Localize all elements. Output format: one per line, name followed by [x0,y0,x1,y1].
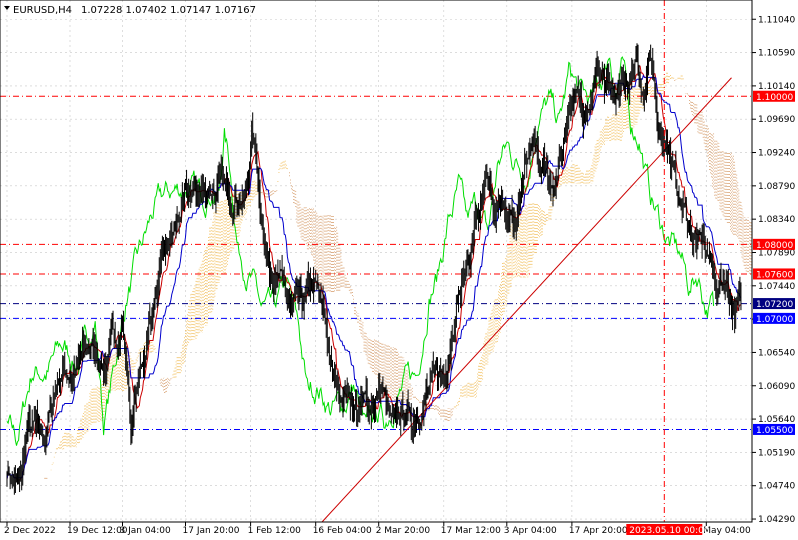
level-price-label: 1.08000 [756,241,793,251]
y-tick-label: 1.08790 [758,182,795,192]
y-tick-label: 1.06090 [758,382,795,392]
price-chart-canvas[interactable]: 1.11040 1.10590 1.10140 1.09690 1.09240 1.087… [0,0,798,540]
y-tick-label: 1.08340 [758,215,795,225]
level-price-label: 1.10000 [756,93,793,103]
y-tick-label: 1.09240 [758,149,795,159]
chart-background [0,0,798,540]
x-tick-label: 17 Jan 20:00 [183,526,240,536]
x-tick-label: 2 Mar 20:00 [376,526,431,536]
y-tick-label: 1.11040 [758,15,795,25]
level-price-label: 1.07600 [756,270,793,280]
y-tick-label: 1.06540 [758,348,795,358]
x-tick-label: 1 Feb 12:00 [248,526,302,536]
x-tick-label: 3 Apr 04:00 [504,526,557,536]
trading-chart[interactable]: 1.11040 1.10590 1.10140 1.09690 1.09240 1.087… [0,0,798,540]
y-tick-label: 1.10140 [758,82,795,92]
y-tick-label: 1.04740 [758,482,795,492]
y-tick-label: 1.05640 [758,415,795,425]
x-tick-label: 16 Feb 04:00 [313,526,372,536]
y-tick-label: 1.07440 [758,282,795,292]
y-tick-label: 1.04290 [758,515,795,525]
x-tick-label: May 04:00 [703,526,751,536]
symbol-timeframe: EURUSD,H4 [13,5,72,16]
level-price-label: 1.07000 [756,315,793,325]
x-tick-label: 17 Apr 20:00 [569,526,628,536]
cursor-time-label: 2023.05.10 00:00 [629,526,710,536]
level-price-label: 1.07200 [756,300,793,310]
y-tick-label: 1.10590 [758,49,795,59]
x-tick-label: 3 Jan 04:00 [120,526,172,536]
y-tick-label: 1.09690 [758,115,795,125]
level-price-label: 1.05500 [756,426,793,436]
chart-header: EURUSD,H4 1.07228 1.07402 1.07147 1.0716… [4,5,256,16]
y-tick-label: 1.05190 [758,448,795,458]
ohlc-values: 1.07228 1.07402 1.07147 1.07167 [81,5,256,16]
x-tick-label: 2 Dec 2022 [4,526,56,536]
x-tick-label: 17 Mar 12:00 [441,526,501,536]
